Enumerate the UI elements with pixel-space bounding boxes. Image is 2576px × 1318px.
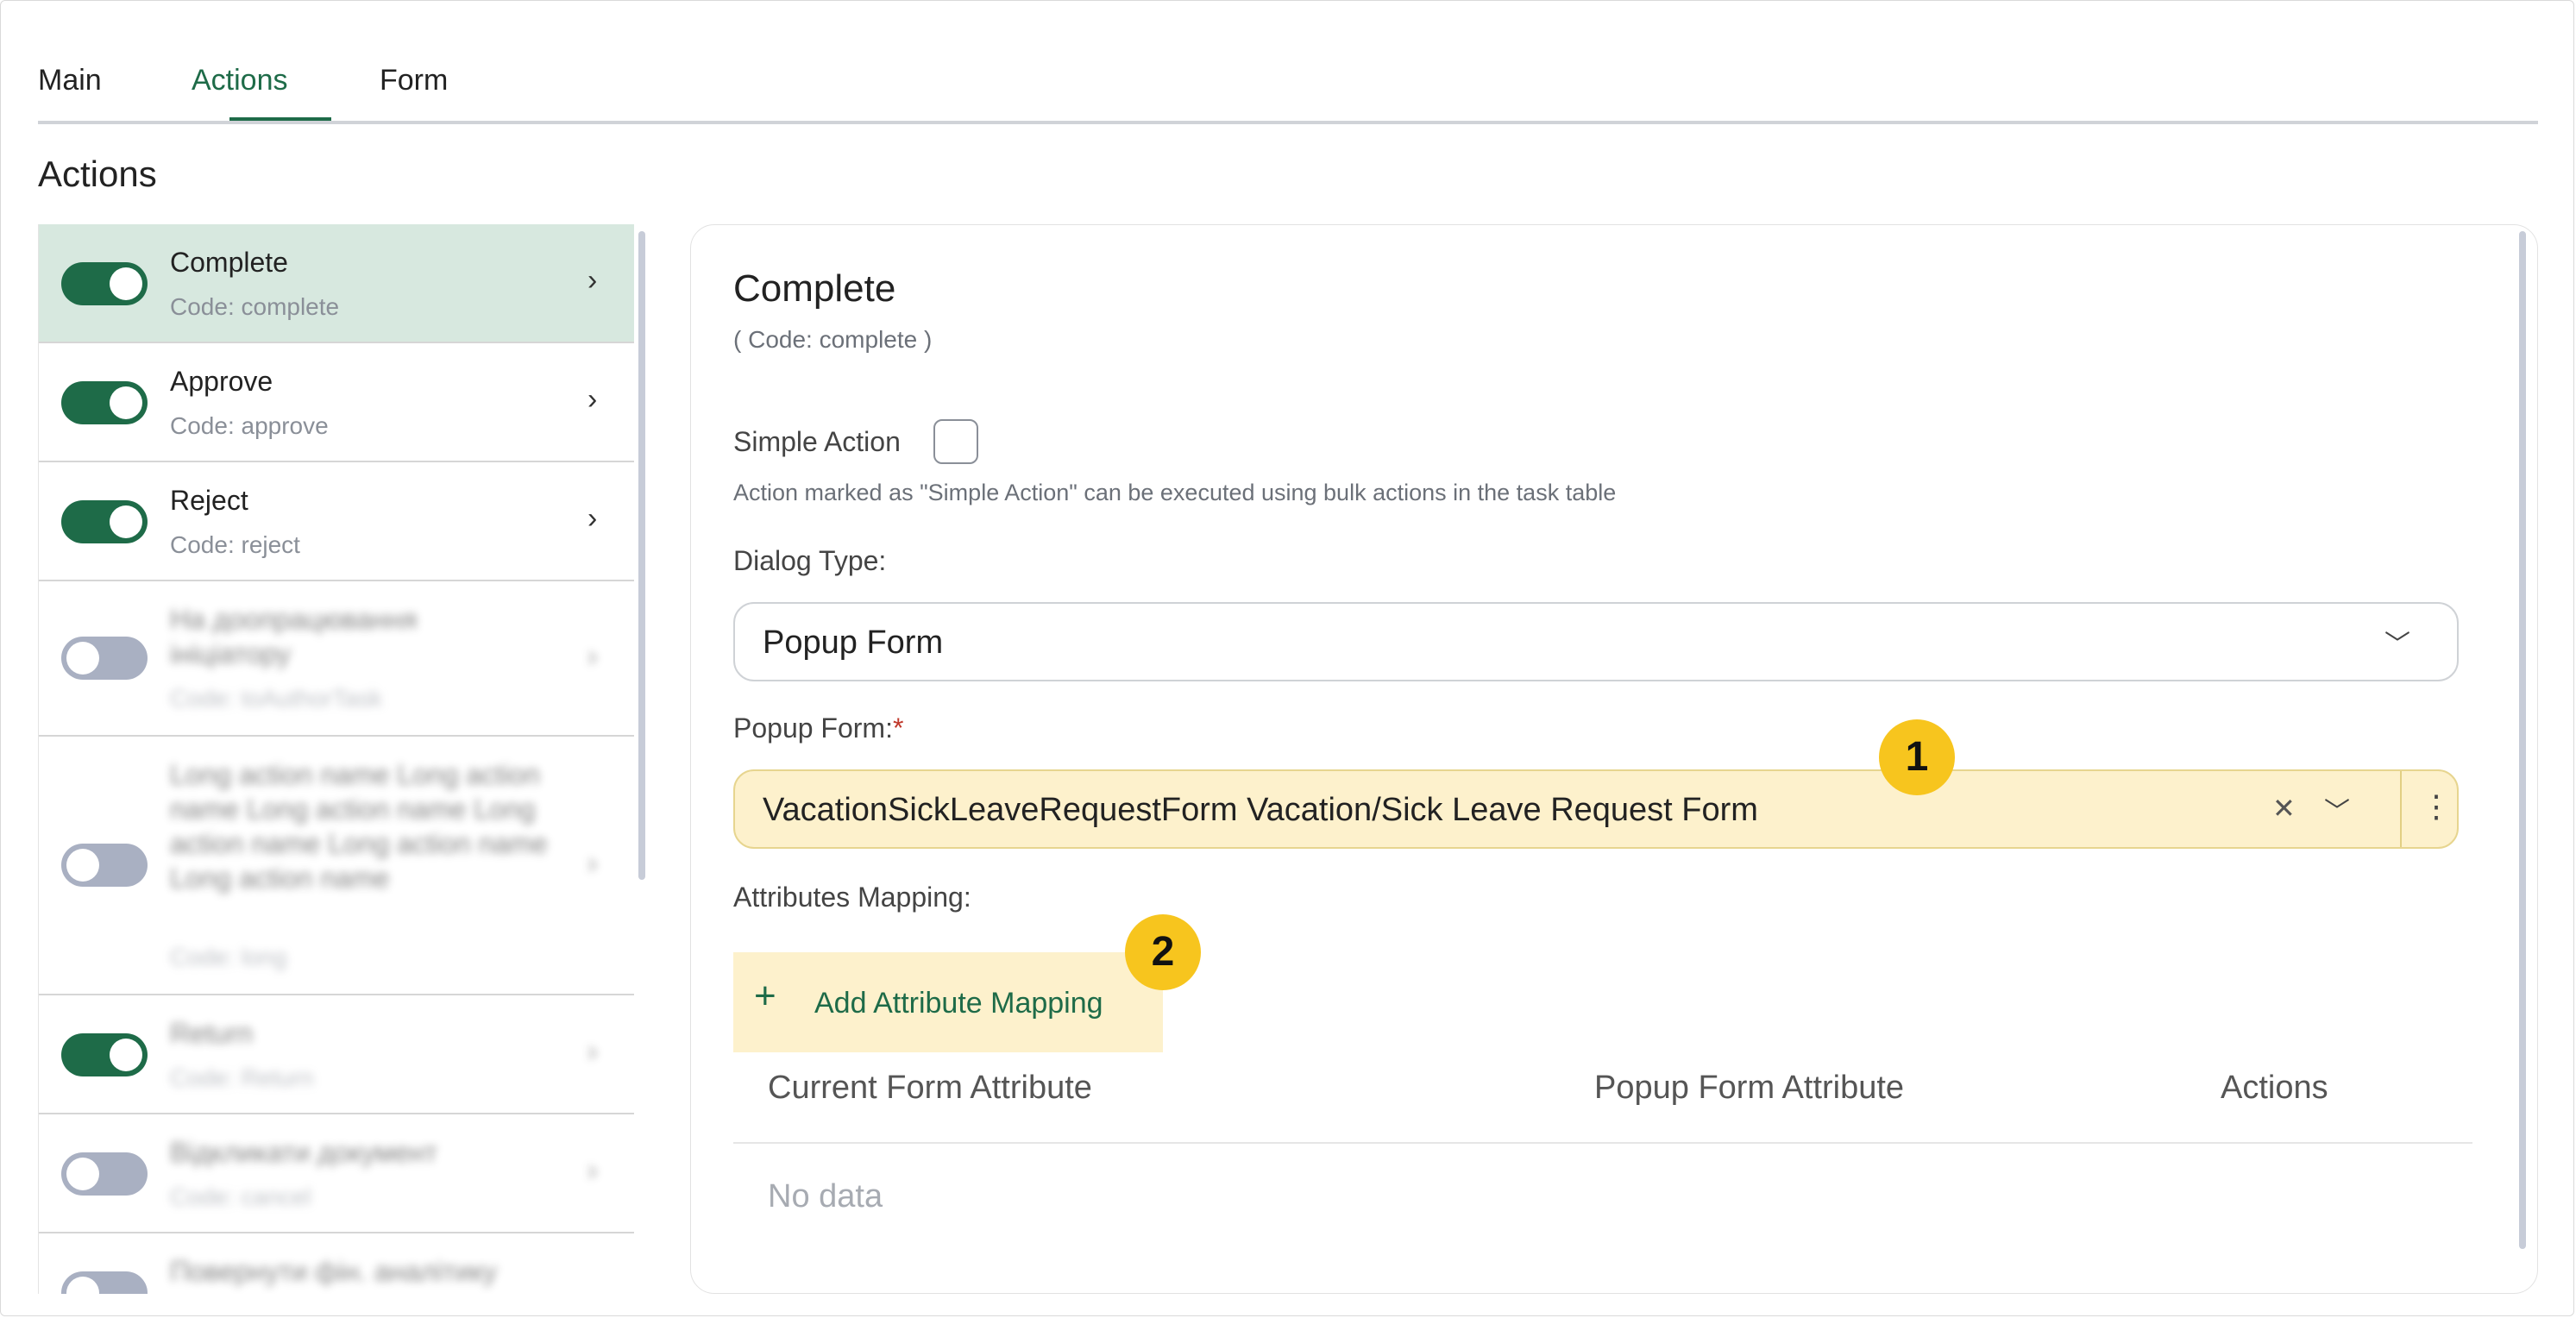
list-item-reject[interactable]: Reject Code: reject › xyxy=(39,462,634,581)
toggle-knob xyxy=(110,386,142,419)
column-header-popup-form-attribute: Popup Form Attribute xyxy=(1594,1070,1905,1106)
enable-toggle[interactable] xyxy=(61,1271,148,1294)
item-title: Long action name Long action name Long a… xyxy=(170,759,548,894)
enable-toggle[interactable] xyxy=(61,262,148,305)
more-options-icon[interactable]: ⋮ xyxy=(2421,788,2452,825)
toggle-knob xyxy=(110,505,142,538)
enable-toggle[interactable] xyxy=(61,1152,148,1196)
item-code: Code: Return xyxy=(170,1064,314,1091)
dialog-type-select[interactable]: Popup Form ﹀ xyxy=(733,602,2459,681)
divider xyxy=(2400,771,2402,847)
toggle-knob xyxy=(66,849,99,882)
chevron-right-icon: › xyxy=(587,502,598,535)
chevron-right-icon: › xyxy=(587,264,598,297)
toggle-knob xyxy=(66,1158,99,1190)
section-title: Actions xyxy=(38,154,157,194)
toggle-knob xyxy=(110,267,142,300)
list-item-blurred-1[interactable]: На доопрацювання ініціатору Code: toAuth… xyxy=(39,581,634,737)
panel-scrollbar[interactable] xyxy=(2519,231,2526,1249)
popup-form-value: VacationSickLeaveRequestForm Vacation/Si… xyxy=(763,792,1758,828)
table-divider xyxy=(733,1142,2472,1144)
chevron-down-icon[interactable]: ﹀ xyxy=(2324,790,2350,828)
toggle-knob xyxy=(110,1039,142,1071)
chevron-right-icon: › xyxy=(587,1154,598,1187)
popup-form-select[interactable]: VacationSickLeaveRequestForm Vacation/Si… xyxy=(733,769,2459,849)
callout-badge-1: 1 xyxy=(1879,719,1955,795)
item-title: Відкликати документ xyxy=(170,1137,437,1168)
callout-badge-2: 2 xyxy=(1125,914,1201,990)
chevron-right-icon: › xyxy=(587,383,598,416)
item-title: Approve xyxy=(170,366,273,397)
simple-action-label: Simple Action xyxy=(733,426,901,457)
enable-toggle[interactable] xyxy=(61,500,148,543)
detail-title: Complete xyxy=(733,267,896,310)
chevron-right-icon: › xyxy=(587,640,598,673)
item-title: Reject xyxy=(170,485,248,516)
required-asterisk: * xyxy=(892,712,904,744)
action-detail-panel xyxy=(690,224,2538,1294)
simple-action-checkbox[interactable] xyxy=(933,419,978,464)
tab-form[interactable]: Form xyxy=(380,64,448,97)
item-code: Code: long xyxy=(170,944,287,970)
table-empty-state: No data xyxy=(768,1178,883,1214)
list-item-complete[interactable]: Complete Code: complete › xyxy=(39,224,634,343)
list-item-blurred-3[interactable]: Return Code: Return › xyxy=(39,995,634,1114)
chevron-right-icon: › xyxy=(587,847,598,880)
item-title: Return xyxy=(170,1018,254,1049)
active-tab-indicator xyxy=(229,117,331,121)
item-title: На доопрацювання ініціатору xyxy=(170,604,418,669)
list-scrollbar[interactable] xyxy=(638,231,645,880)
popup-form-label: Popup Form:* xyxy=(733,712,903,744)
dialog-type-value: Popup Form xyxy=(763,624,944,661)
item-code: Code: toAuthorTask xyxy=(170,685,382,712)
popup-form-label-text: Popup Form: xyxy=(733,712,893,744)
actions-list: Complete Code: complete › Approve Code: … xyxy=(38,224,636,1294)
add-attribute-mapping-label: Add Attribute Mapping xyxy=(814,987,1103,1020)
detail-code: ( Code: complete ) xyxy=(733,326,933,353)
item-code: Code: cancel xyxy=(170,1183,311,1210)
add-attribute-mapping-button[interactable]: + Add Attribute Mapping xyxy=(733,952,1163,1052)
item-code: Code: approve xyxy=(170,412,329,439)
clear-icon[interactable]: ✕ xyxy=(2272,792,2296,825)
attributes-mapping-label: Attributes Mapping: xyxy=(733,882,971,913)
tab-bar: Main Actions Form xyxy=(38,52,2538,124)
tab-main[interactable]: Main xyxy=(38,64,102,97)
plus-icon: + xyxy=(754,975,776,1017)
list-item-blurred-2[interactable]: Long action name Long action name Long a… xyxy=(39,737,634,995)
tab-actions[interactable]: Actions xyxy=(192,64,288,97)
list-item-blurred-5[interactable]: Повернути фін. аналітику xyxy=(39,1233,634,1294)
enable-toggle[interactable] xyxy=(61,381,148,424)
simple-action-hint: Action marked as "Simple Action" can be … xyxy=(733,480,1617,505)
chevron-right-icon: › xyxy=(587,1035,598,1068)
item-code: Code: complete xyxy=(170,293,340,320)
list-item-blurred-4[interactable]: Відкликати документ Code: cancel › xyxy=(39,1114,634,1233)
chevron-down-icon[interactable]: ﹀ xyxy=(2384,623,2410,661)
toggle-knob xyxy=(66,642,99,675)
item-code: Code: reject xyxy=(170,531,300,558)
enable-toggle[interactable] xyxy=(61,844,148,887)
dialog-type-label: Dialog Type: xyxy=(733,545,887,576)
item-title: Complete xyxy=(170,247,288,278)
column-header-actions: Actions xyxy=(2221,1070,2328,1106)
column-header-current-form-attribute: Current Form Attribute xyxy=(768,1070,1092,1106)
toggle-knob xyxy=(66,1277,99,1294)
list-item-approve[interactable]: Approve Code: approve › xyxy=(39,343,634,462)
enable-toggle[interactable] xyxy=(61,637,148,680)
item-title: Повернути фін. аналітику xyxy=(170,1256,497,1287)
enable-toggle[interactable] xyxy=(61,1033,148,1076)
